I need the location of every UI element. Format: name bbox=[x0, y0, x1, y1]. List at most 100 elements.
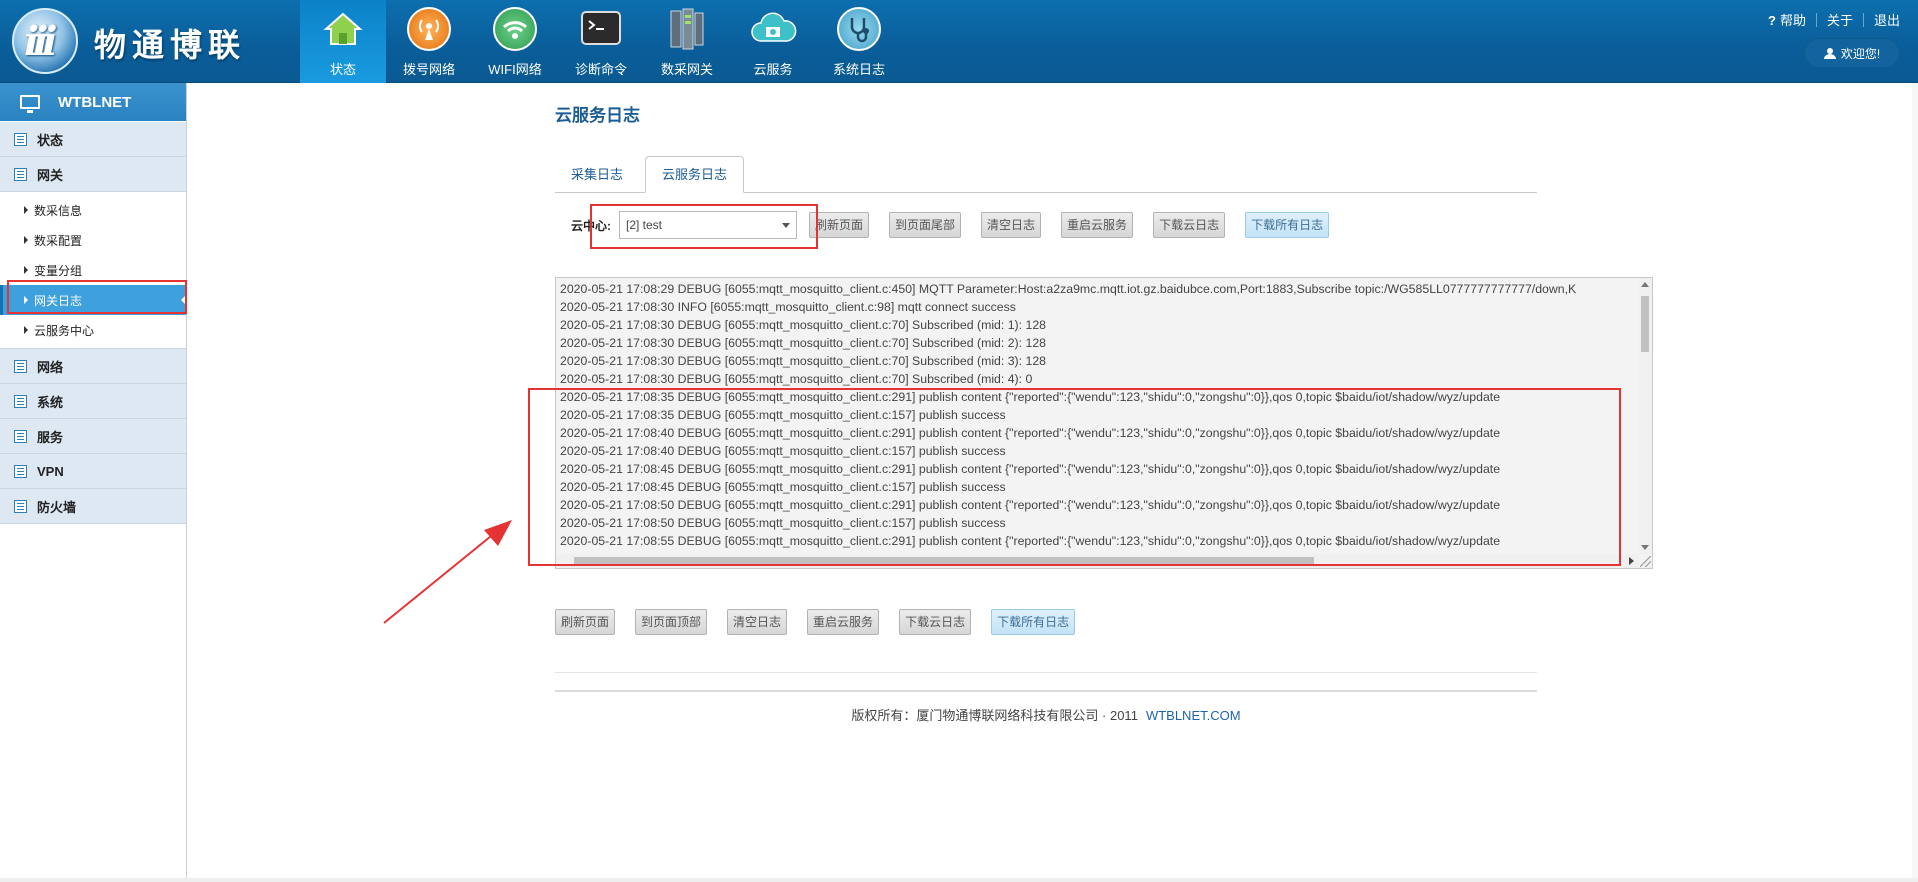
cloud-center-value: [2] test bbox=[626, 218, 663, 232]
log-line: 2020-05-21 17:08:30 INFO [6055:mqtt_mosq… bbox=[560, 300, 1016, 314]
sidebar-group-label: 防火墙 bbox=[37, 499, 77, 515]
nav-dial-network[interactable]: 拨号网络 bbox=[386, 0, 472, 83]
log-line: 2020-05-21 17:08:40 DEBUG [6055:mqtt_mos… bbox=[560, 426, 1501, 440]
refresh-button[interactable]: 刷新页面 bbox=[555, 609, 616, 635]
scroll-thumb[interactable] bbox=[1641, 296, 1649, 352]
site-link[interactable]: WTBLNET.COM bbox=[1146, 708, 1241, 723]
list-icon bbox=[14, 132, 27, 146]
clear-log-button[interactable]: 清空日志 bbox=[727, 609, 788, 635]
dial-network-icon bbox=[407, 7, 451, 51]
sidebar-item-var-group[interactable]: 变量分组 bbox=[0, 255, 186, 285]
log-textarea[interactable]: 2020-05-21 17:08:29 DEBUG [6055:mqtt_mos… bbox=[555, 277, 1653, 569]
download-all-logs-button[interactable]: 下载所有日志 bbox=[991, 609, 1076, 635]
sidebar-item-label: 数采配置 bbox=[34, 233, 83, 248]
triangle-right-icon bbox=[24, 206, 28, 214]
terminal-icon bbox=[577, 5, 625, 53]
nav-gateway[interactable]: 数采网关 bbox=[644, 0, 730, 83]
cloud-center-select[interactable]: [2] test bbox=[619, 211, 797, 239]
scroll-down-icon[interactable] bbox=[1641, 545, 1649, 550]
page-bottom-edge bbox=[0, 878, 1918, 882]
go-top-button[interactable]: 到页面顶部 bbox=[635, 609, 708, 635]
sidebar-item-label: 变量分组 bbox=[34, 263, 83, 278]
nav-gateway-label: 数采网关 bbox=[660, 62, 713, 77]
tab-collect-log[interactable]: 采集日志 bbox=[555, 158, 639, 193]
scroll-up-icon[interactable] bbox=[1641, 282, 1649, 287]
bottom-toolbar: 刷新页面 到页面顶部 清空日志 重启云服务 下载云日志 下载所有日志 bbox=[555, 609, 1095, 635]
top-header: iii 物通博联 状态 拨号网络 WIFI网络 诊断命令 数采网关 云服务 系统… bbox=[0, 0, 1918, 83]
restart-cloud-button[interactable]: 重启云服务 bbox=[807, 609, 880, 635]
divider bbox=[1862, 12, 1864, 27]
list-icon bbox=[14, 464, 27, 478]
vertical-scrollbar[interactable] bbox=[1638, 278, 1652, 554]
sidebar-group-label: 网关 bbox=[37, 167, 64, 183]
sidebar-group-label: 状态 bbox=[37, 132, 64, 148]
sidebar-group-vpn[interactable]: VPN bbox=[0, 454, 186, 489]
sidebar-group-firewall[interactable]: 防火墙 bbox=[0, 489, 186, 524]
main-content: 云服务日志 采集日志 云服务日志 云中心: [2] test 刷新页面 到页面尾… bbox=[188, 83, 1918, 882]
nav-wifi-label: WIFI网络 bbox=[488, 62, 542, 77]
refresh-button[interactable]: 刷新页面 bbox=[809, 212, 870, 238]
sidebar-group-service[interactable]: 服务 bbox=[0, 419, 186, 454]
sidebar-group-status[interactable]: 状态 bbox=[0, 122, 186, 157]
log-line: 2020-05-21 17:08:35 DEBUG [6055:mqtt_mos… bbox=[560, 390, 1501, 404]
nav-dial-network-label: 拨号网络 bbox=[402, 62, 455, 77]
log-tabs: 采集日志 云服务日志 bbox=[555, 156, 1537, 193]
sidebar-group-gateway[interactable]: 网关 bbox=[0, 157, 186, 192]
help-link[interactable]: ? 帮助 bbox=[1768, 10, 1806, 29]
log-line: 2020-05-21 17:08:30 DEBUG [6055:mqtt_mos… bbox=[560, 372, 1033, 386]
log-line: 2020-05-21 17:08:35 DEBUG [6055:mqtt_mos… bbox=[560, 408, 1006, 422]
sidebar-item-data-config[interactable]: 数采配置 bbox=[0, 225, 186, 255]
restart-cloud-button[interactable]: 重启云服务 bbox=[1061, 212, 1134, 238]
log-line: 2020-05-21 17:08:50 DEBUG [6055:mqtt_mos… bbox=[560, 516, 1006, 530]
log-line: 2020-05-21 17:08:30 DEBUG [6055:mqtt_mos… bbox=[560, 354, 1047, 368]
sidebar-group-network[interactable]: 网络 bbox=[0, 349, 186, 384]
download-cloud-log-button[interactable]: 下载云日志 bbox=[1153, 212, 1226, 238]
welcome-badge[interactable]: 欢迎您! bbox=[1804, 38, 1900, 68]
nav-diagnose[interactable]: 诊断命令 bbox=[558, 0, 644, 83]
sidebar-item-cloud-center[interactable]: 云服务中心 bbox=[0, 315, 186, 345]
nav-status[interactable]: 状态 bbox=[300, 0, 386, 83]
nav-diagnose-label: 诊断命令 bbox=[574, 62, 627, 77]
sidebar-title-text: WTBLNET bbox=[58, 93, 132, 111]
horizontal-scrollbar[interactable] bbox=[556, 554, 1638, 568]
gateway-icon bbox=[663, 5, 711, 53]
download-cloud-log-button[interactable]: 下载云日志 bbox=[899, 609, 972, 635]
help-icon: ? bbox=[1768, 13, 1776, 28]
welcome-text: 欢迎您! bbox=[1840, 46, 1881, 61]
copyright-text: 版权所有：厦门物通博联网络科技有限公司 · 2011 bbox=[851, 708, 1138, 723]
sidebar-item-data-info[interactable]: 数采信息 bbox=[0, 195, 186, 225]
wifi-icon bbox=[493, 7, 537, 51]
triangle-right-icon bbox=[24, 326, 28, 334]
resize-grip-icon[interactable] bbox=[1640, 556, 1651, 567]
about-link[interactable]: 关于 bbox=[1827, 10, 1853, 29]
clear-log-button[interactable]: 清空日志 bbox=[981, 212, 1042, 238]
sidebar-item-label: 网关日志 bbox=[34, 293, 83, 308]
log-line: 2020-05-21 17:08:30 DEBUG [6055:mqtt_mos… bbox=[560, 336, 1047, 350]
scroll-right-icon[interactable] bbox=[1629, 557, 1634, 565]
nav-wifi[interactable]: WIFI网络 bbox=[472, 0, 558, 83]
list-icon bbox=[14, 359, 27, 373]
cloud-icon bbox=[749, 5, 797, 53]
monitor-icon bbox=[20, 95, 40, 113]
top-links: ? 帮助 关于 退出 bbox=[1768, 10, 1900, 29]
nav-syslog-label: 系统日志 bbox=[832, 62, 885, 77]
brand-logo: iii 物通博联 bbox=[12, 6, 252, 78]
download-all-logs-button[interactable]: 下载所有日志 bbox=[1245, 212, 1330, 238]
scroll-thumb[interactable] bbox=[574, 557, 1314, 565]
nav-cloud-label: 云服务 bbox=[753, 62, 793, 77]
triangle-right-icon bbox=[24, 266, 28, 274]
nav-status-label: 状态 bbox=[329, 62, 356, 77]
sidebar-group-label: 服务 bbox=[37, 429, 64, 445]
sidebar-item-gateway-log[interactable]: 网关日志 bbox=[0, 285, 186, 315]
logout-link[interactable]: 退出 bbox=[1874, 10, 1900, 29]
tab-cloud-log[interactable]: 云服务日志 bbox=[645, 156, 745, 193]
sidebar-group-system[interactable]: 系统 bbox=[0, 384, 186, 419]
divider bbox=[555, 672, 1537, 673]
nav-cloud[interactable]: 云服务 bbox=[730, 0, 816, 83]
nav-syslog[interactable]: 系统日志 bbox=[816, 0, 902, 83]
top-navigation: 状态 拨号网络 WIFI网络 诊断命令 数采网关 云服务 系统日志 bbox=[300, 0, 902, 83]
page-scrollbar[interactable] bbox=[1912, 83, 1918, 882]
log-line: 2020-05-21 17:08:40 DEBUG [6055:mqtt_mos… bbox=[560, 444, 1006, 458]
go-bottom-button[interactable]: 到页面尾部 bbox=[889, 212, 962, 238]
logo-mark: iii bbox=[12, 8, 78, 74]
